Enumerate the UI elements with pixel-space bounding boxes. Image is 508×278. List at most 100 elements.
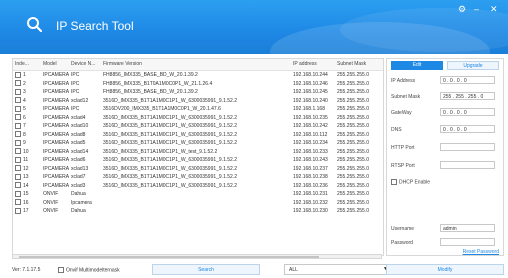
cell-model: IPCAMERA <box>41 71 69 80</box>
cell-text: FH8856_IMX335_BASE_BD_W_20.1.39.2 <box>103 89 198 95</box>
row-checkbox[interactable] <box>15 165 21 172</box>
onvif-checkbox[interactable]: Onvif Multimodelternask <box>58 267 120 273</box>
cell-text: 192.168.10.233 <box>293 148 328 155</box>
table-row[interactable]: 8 IPCAMERA xclad8 3516D_IMX335_B1T1A1M0C1P1… <box>13 131 383 140</box>
table-row[interactable]: 14 IPCAMERA xclad3 3516D_IMX335_B1T1A1M0C1P… <box>13 182 383 191</box>
tab-upgrade[interactable]: Upgrade <box>447 61 499 70</box>
cell-text: 192.168.10.231 <box>293 191 328 197</box>
row-checkbox[interactable] <box>15 148 21 155</box>
settings-icon[interactable]: ⚙ <box>458 4 466 15</box>
column-header-model[interactable]: Model <box>41 59 69 70</box>
cell-mask: 255.255.255.0 <box>335 190 383 199</box>
cell-device-name: IPC <box>69 105 101 114</box>
scrollbar-thumb[interactable] <box>19 256 319 258</box>
cell-firmware: 3516D_IMX335_B1T1A1M0C1P1_W_6300035991_9… <box>101 173 291 182</box>
table-row[interactable]: 10 IPCAMERA xclad14 3516D_IMX335_B1T1A1M0C1… <box>13 148 383 157</box>
cell-text: 192.168.10.236 <box>293 182 328 189</box>
row-checkbox[interactable] <box>15 122 21 129</box>
gateway-input[interactable]: 0 . 0 . 0 . 0 <box>440 108 495 116</box>
cell-firmware: FH8856_IMX335_BASE_BD_W_20.1.39.2 <box>101 71 291 80</box>
column-header-device-name[interactable]: Device N... <box>69 59 101 70</box>
table-row[interactable]: 13 IPCAMERA xclad7 3516D_IMX335_B1T1A1M0C1P… <box>13 173 383 182</box>
table-row[interactable]: 16 ONVIF Ipcamera 192.168.10.232 255.255.255… <box>13 199 383 208</box>
table-row[interactable]: 7 IPCAMERA xclad10 3516D_IMX335_B1T1A1M0C1P… <box>13 122 383 131</box>
table-row[interactable]: 11 IPCAMERA xclad6 3516D_IMX335_B1T1A1M0C1P… <box>13 156 383 165</box>
ip-address-label: IP Address <box>391 78 416 84</box>
cell-device-name: xclad14 <box>69 148 101 157</box>
cell-text: 192.168.10.235 <box>293 114 328 121</box>
cell-firmware: 3516D_IMX335_B1T1A1M0C1P1_W_6300035991_9… <box>101 122 291 131</box>
cell-text: xclad14 <box>71 148 89 155</box>
subnet-mask-input[interactable]: 255 . 255 . 255 . 0 <box>440 92 495 100</box>
version-label: Ver: 7.1.17.5 <box>12 267 41 273</box>
ip-address-input[interactable]: 0 . 0 . 0 . 0 <box>440 76 495 84</box>
cell-text: 255.255.255.0 <box>337 140 369 146</box>
rtsp-port-input[interactable] <box>440 161 495 169</box>
row-checkbox[interactable] <box>15 173 21 180</box>
cell-device-name: xclad13 <box>69 165 101 174</box>
cell-firmware: 3516D_IMX335_B1T1A1M0C1P1_W_6300035991_9… <box>101 165 291 174</box>
table-row[interactable]: 12 IPCAMERA xclad13 3516D_IMX335_B1T1A1M0C1… <box>13 165 383 174</box>
http-port-input[interactable] <box>440 143 495 151</box>
row-checkbox[interactable] <box>15 190 21 197</box>
horizontal-scrollbar[interactable] <box>12 254 382 259</box>
cell-index: 3 <box>13 88 41 97</box>
tab-edit[interactable]: Edit <box>391 61 443 70</box>
row-checkbox[interactable] <box>15 131 21 138</box>
username-input[interactable]: admin <box>440 224 495 232</box>
row-checkbox[interactable] <box>15 156 21 163</box>
row-checkbox[interactable] <box>15 199 21 206</box>
table-row[interactable]: 15 ONVIF Dahua 192.168.10.231 255.255.255.0 <box>13 190 383 199</box>
table-row[interactable]: 3 IPCAMERA IPC FH8856_IMX335_BASE_BD_W_20.1… <box>13 88 383 97</box>
row-checkbox[interactable] <box>15 114 21 121</box>
cell-device-name: xclad10 <box>69 122 101 131</box>
cell-ip: 192.168.10.245 <box>291 88 335 97</box>
close-icon[interactable]: ✕ <box>490 4 498 15</box>
minimize-icon[interactable]: – <box>474 4 479 14</box>
cell-text: 3516D_IMX335_B1T1A1M0C1P1_W_6300035991_9… <box>103 157 237 163</box>
table-row[interactable]: 6 IPCAMERA xclad4 3516D_IMX335_B1T1A1M0C1P1… <box>13 114 383 123</box>
table-body: 1 IPCAMERA IPC FH8856_IMX335_BASE_BD_W_20.1… <box>13 71 383 216</box>
cell-text: IPCAMERA <box>43 80 69 87</box>
table-row[interactable]: 5 IPCAMERA IPC 3516DV200_IMX335_B1T1A1M0C0P… <box>13 105 383 114</box>
cell-text: IPCAMERA <box>43 123 69 129</box>
dhcp-checkbox[interactable]: DHCP Enable <box>391 179 430 185</box>
dns-input[interactable]: 0 . 0 . 0 . 0 <box>440 125 495 133</box>
checkbox-box[interactable] <box>58 267 64 273</box>
row-checkbox[interactable] <box>15 207 21 214</box>
row-checkbox[interactable] <box>15 105 21 112</box>
cell-text: 255.255.255.0 <box>337 97 369 104</box>
row-checkbox[interactable] <box>15 88 21 95</box>
device-filter-select[interactable]: ALL ▼ <box>284 264 392 275</box>
table-row[interactable]: 2 IPCAMERA IPC FH8856_IMX335_B1T0A1M0C0P1_W… <box>13 80 383 89</box>
cell-text: IPCAMERA <box>43 114 69 121</box>
cell-mask: 255.255.255.0 <box>335 88 383 97</box>
cell-text: 7 <box>23 123 26 129</box>
row-checkbox[interactable] <box>15 97 21 104</box>
column-header-firmware[interactable]: Firmware Version <box>101 59 291 70</box>
column-header-index[interactable]: Inde... <box>13 59 41 70</box>
cell-mask: 255.255.255.0 <box>335 105 383 114</box>
column-header-mask[interactable]: Subnet Mask <box>335 59 383 70</box>
search-button[interactable]: Search <box>152 264 260 275</box>
cell-mask: 255.255.255.0 <box>335 165 383 174</box>
column-header-ip[interactable]: IP address <box>291 59 335 70</box>
reset-password-link[interactable]: Reset Password <box>463 249 499 255</box>
table-row[interactable]: 4 IPCAMERA xclad12 3516D_IMX335_B1T1A1M0C1P… <box>13 97 383 106</box>
row-checkbox[interactable] <box>15 139 21 146</box>
row-checkbox[interactable] <box>15 182 21 189</box>
password-input[interactable] <box>440 238 495 246</box>
cell-text: 255.255.255.0 <box>337 157 369 163</box>
row-checkbox[interactable] <box>15 71 21 78</box>
table-row[interactable]: 17 ONVIF Dahua 192.168.10.230 255.255.255.0 <box>13 207 383 216</box>
cell-text: 5 <box>23 106 26 112</box>
table-row[interactable]: 9 IPCAMERA xclad5 3516D_IMX335_B1T1A1M0C1P1… <box>13 139 383 148</box>
cell-firmware: 3516D_IMX335_B1T1A1M0C1P1_W_6300035991_9… <box>101 156 291 165</box>
checkbox-box[interactable] <box>391 179 397 185</box>
cell-model: IPCAMERA <box>41 97 69 106</box>
modify-button[interactable]: Modify <box>386 264 504 275</box>
cell-text: xclad8 <box>71 131 86 138</box>
row-checkbox[interactable] <box>15 80 21 87</box>
cell-text: xclad6 <box>71 157 86 163</box>
table-row[interactable]: 1 IPCAMERA IPC FH8856_IMX335_BASE_BD_W_20.1… <box>13 71 383 80</box>
